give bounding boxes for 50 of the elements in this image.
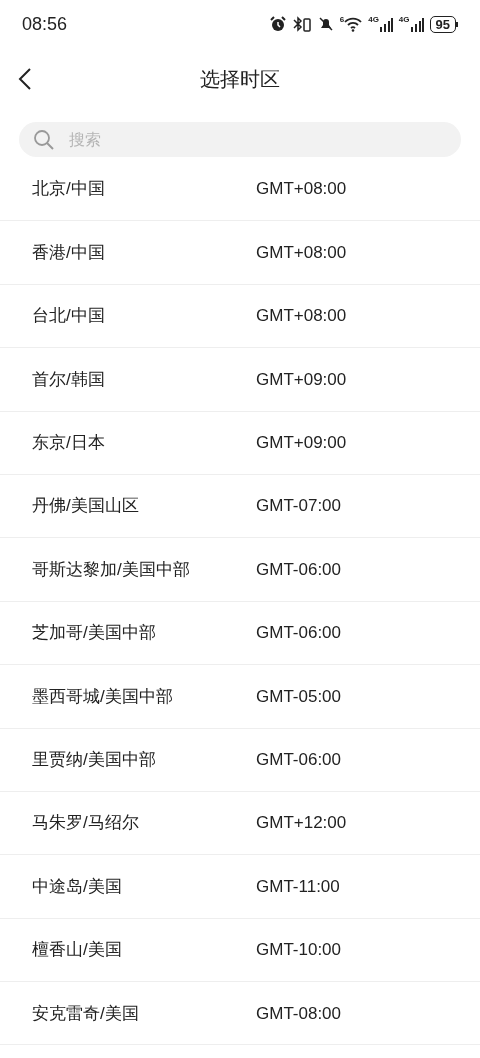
timezone-row[interactable]: 中途岛/美国 GMT-11:00 xyxy=(0,855,480,919)
zone-offset: GMT-10:00 xyxy=(256,939,342,962)
bluetooth-battery-icon xyxy=(291,16,312,32)
timezone-row[interactable]: 台北/中国 GMT+08:00 xyxy=(0,284,480,349)
zone-offset: GMT+09:00 xyxy=(256,368,347,391)
timezone-row[interactable]: 哥斯达黎加/美国中部 GMT-06:00 xyxy=(0,538,480,602)
timezone-row[interactable]: 墨西哥城/美国中部 GMT-05:00 xyxy=(0,665,480,729)
search-icon xyxy=(33,129,55,151)
zone-name: 檀香山/美国 xyxy=(32,939,123,962)
zone-offset: GMT-11:00 xyxy=(256,875,340,898)
zone-name: 首尔/韩国 xyxy=(32,368,106,391)
timezone-row[interactable]: 芝加哥/美国中部 GMT-06:00 xyxy=(0,601,480,666)
zone-offset: GMT-06:00 xyxy=(256,748,342,771)
zone-name: 里贾纳/美国中部 xyxy=(32,748,157,771)
zone-offset: GMT+08:00 xyxy=(256,178,347,201)
zone-name: 哥斯达黎加/美国中部 xyxy=(32,558,191,581)
zone-name: 安克雷奇/美国 xyxy=(32,1002,140,1025)
timezone-row[interactable]: 安克雷奇/美国 GMT-08:00 xyxy=(0,982,480,1046)
zone-name: 北京/中国 xyxy=(32,178,106,201)
timezone-row[interactable]: 东京/日本 GMT+09:00 xyxy=(0,411,480,475)
zone-name: 马朱罗/马绍尔 xyxy=(32,812,140,835)
mute-icon xyxy=(317,16,334,32)
alarm-icon xyxy=(269,16,286,32)
timezone-row[interactable]: 马朱罗/马绍尔 GMT+12:00 xyxy=(0,791,480,856)
zone-offset: GMT+09:00 xyxy=(256,432,347,454)
battery-icon: 95 xyxy=(429,15,458,33)
timezone-row[interactable]: 北京/中国 GMT+08:00 xyxy=(0,158,480,222)
timezone-row[interactable]: 香港/中国 GMT+08:00 xyxy=(0,221,480,285)
timezone-row[interactable]: 丹佛/美国山区 GMT-07:00 xyxy=(0,474,480,539)
zone-offset: GMT-07:00 xyxy=(256,495,342,518)
zone-name: 东京/日本 xyxy=(32,432,106,454)
timezone-row[interactable]: 里贾纳/美国中部 GMT-06:00 xyxy=(0,728,480,792)
zone-name: 台北/中国 xyxy=(32,305,106,328)
timezone-row[interactable]: 檀香山/美国 GMT-10:00 xyxy=(0,918,480,983)
zone-offset: GMT-06:00 xyxy=(256,622,342,645)
zone-offset: GMT+08:00 xyxy=(256,305,347,328)
zone-name: 丹佛/美国山区 xyxy=(32,495,140,518)
zone-offset: GMT-06:00 xyxy=(256,558,342,581)
zone-name: 芝加哥/美国中部 xyxy=(32,622,157,645)
zone-name: 中途岛/美国 xyxy=(32,875,123,898)
zone-offset: GMT+08:00 xyxy=(256,241,347,264)
timezone-row[interactable]: 首尔/韩国 GMT+09:00 xyxy=(0,348,480,412)
zone-offset: GMT-08:00 xyxy=(256,1002,342,1025)
zone-name: 香港/中国 xyxy=(32,241,106,264)
page-title: 选择时区 xyxy=(200,67,280,92)
zone-offset: GMT-05:00 xyxy=(256,685,342,708)
zone-name: 墨西哥城/美国中部 xyxy=(32,685,174,708)
search-field[interactable]: 搜索 xyxy=(19,122,461,157)
zone-offset: GMT+12:00 xyxy=(256,812,347,835)
status-time: 08:56 xyxy=(22,12,68,36)
